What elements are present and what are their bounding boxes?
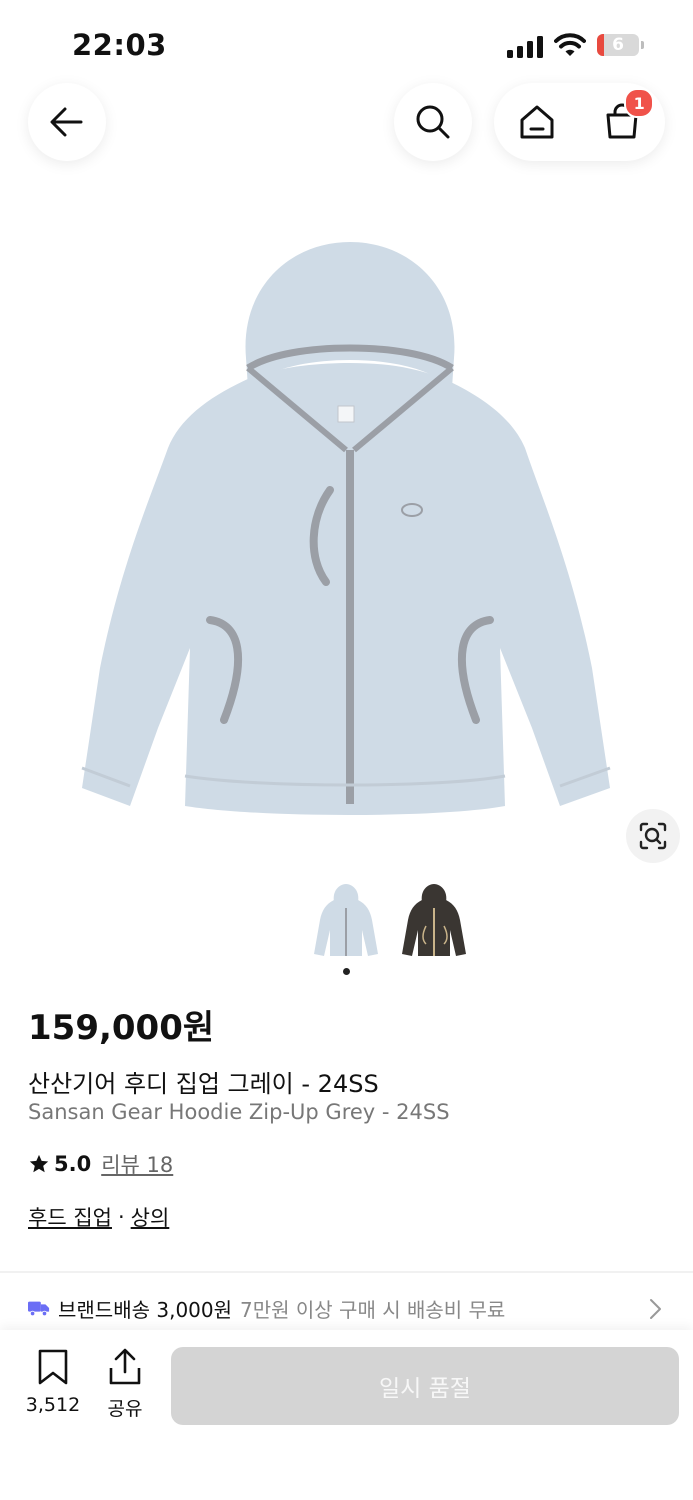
share-icon: [109, 1348, 141, 1385]
bookmark-button[interactable]: 3,512: [22, 1348, 84, 1416]
review-link[interactable]: 리뷰 18: [101, 1149, 173, 1179]
home-icon: [520, 105, 554, 139]
status-time: 22:03: [72, 28, 167, 62]
category-link-tops[interactable]: 상의: [131, 1202, 170, 1232]
sold-out-button[interactable]: 일시 품절: [171, 1347, 679, 1425]
product-price: 159,000원: [28, 1008, 215, 1048]
category-breadcrumb: 후드 집업 · 상의: [28, 1202, 169, 1232]
color-thumbnails: [310, 880, 480, 964]
home-button[interactable]: [517, 102, 557, 142]
share-button[interactable]: 공유: [98, 1348, 152, 1421]
section-divider: [0, 1271, 693, 1273]
carousel-indicator: [343, 968, 350, 975]
lens-icon: [639, 822, 667, 850]
free-shipping-note: 7만원 이상 구매 시 배송비 무료: [240, 1297, 506, 1322]
product-name-english: Sansan Gear Hoodie Zip-Up Grey - 24SS: [28, 1100, 450, 1124]
image-search-button[interactable]: [626, 809, 680, 863]
arrow-left-icon: [50, 107, 83, 137]
back-button[interactable]: [28, 83, 106, 161]
search-icon: [416, 105, 450, 139]
home-cart-group: 1: [494, 83, 665, 161]
shipping-info[interactable]: 브랜드배송 3,000원 7만원 이상 구매 시 배송비 무료: [28, 1292, 668, 1324]
signal-icon: [507, 34, 543, 58]
cart-badge: 1: [624, 88, 655, 118]
bottom-action-bar: 3,512 공유 일시 품절: [0, 1330, 693, 1500]
thumbnail-grey[interactable]: [310, 880, 382, 960]
star-icon: [29, 1154, 49, 1173]
bookmark-icon: [38, 1349, 68, 1385]
product-name-korean: 산산기어 후디 집업 그레이 - 24SS: [28, 1070, 379, 1098]
cart-button[interactable]: 1: [602, 88, 655, 142]
shipping-fee: 브랜드배송 3,000원: [58, 1297, 233, 1322]
bookmark-count: 3,512: [25, 1394, 81, 1416]
rating-score: 5.0: [54, 1152, 92, 1176]
category-link-hood-zipup[interactable]: 후드 집업: [28, 1202, 112, 1232]
status-bar: 22:03 6: [0, 0, 693, 80]
search-button[interactable]: [394, 83, 472, 161]
category-separator: ·: [117, 1205, 125, 1229]
chevron-right-icon: [650, 1299, 661, 1319]
share-label: 공유: [107, 1398, 143, 1420]
battery-cap: [641, 41, 644, 49]
product-image[interactable]: [60, 228, 633, 828]
truck-icon: [28, 1301, 50, 1317]
wifi-icon: [554, 33, 586, 56]
battery-icon: 6: [597, 34, 639, 56]
rating-row: 5.0 리뷰 18: [28, 1149, 173, 1179]
thumbnail-dark[interactable]: [398, 880, 470, 960]
battery-level: 6: [612, 35, 624, 55]
